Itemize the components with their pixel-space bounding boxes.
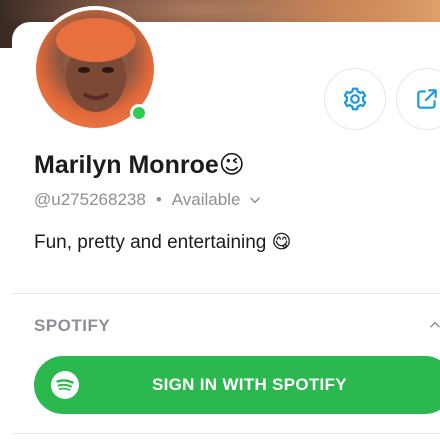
profile-meta: @u275268238 • Available: [34, 190, 262, 210]
profile-name: Marilyn Monroe😉: [34, 151, 245, 179]
online-status-dot: [130, 104, 148, 122]
share-icon: [417, 89, 437, 109]
chevron-down-icon: [250, 197, 261, 204]
gear-icon: [343, 87, 367, 111]
section-divider: [12, 293, 440, 294]
status-selector[interactable]: Available: [172, 190, 263, 210]
sign-in-with-spotify-button[interactable]: SIGN IN WITH SPOTIFY: [34, 356, 440, 414]
meta-separator: •: [155, 190, 162, 209]
profile-bio: Fun, pretty and entertaining 😋: [34, 232, 292, 253]
spotify-section-title: SPOTIFY: [34, 316, 111, 335]
spotify-button-label: SIGN IN WITH SPOTIFY: [152, 375, 347, 394]
chevron-up-icon[interactable]: [428, 318, 440, 332]
settings-button[interactable]: [324, 68, 386, 130]
spotify-logo-icon: [51, 371, 79, 399]
username: @u275268238: [34, 190, 146, 209]
status-label: Available: [171, 190, 241, 209]
bottom-divider: [12, 433, 440, 434]
